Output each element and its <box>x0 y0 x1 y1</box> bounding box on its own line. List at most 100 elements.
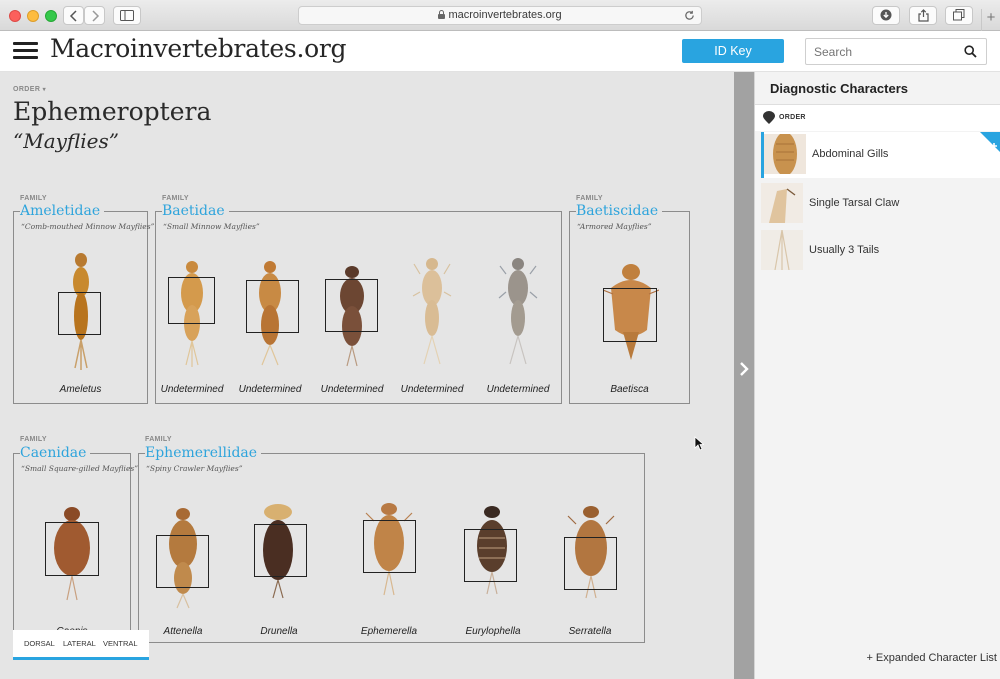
mouse-cursor-icon <box>694 436 704 451</box>
share-icon <box>917 9 929 22</box>
family-name[interactable]: Caenidae <box>20 445 91 461</box>
character-highlight-box <box>603 288 657 342</box>
genus-name[interactable]: Undetermined <box>234 384 306 395</box>
tab-ventral[interactable]: VENTRAL <box>103 639 138 648</box>
family-name[interactable]: Baetiscidae <box>576 203 663 219</box>
character-item-single-tarsal-claw[interactable]: Single Tarsal Claw <box>761 181 1000 227</box>
search-icon[interactable] <box>964 45 977 58</box>
character-highlight-box <box>168 277 215 324</box>
order-dropdown[interactable]: ORDER ▾ <box>13 86 46 93</box>
tabs-icon <box>953 9 965 21</box>
plus-icon <box>980 132 1000 152</box>
family-card-baetidae: Baetidae “Small Minnow Mayflies” Undeter… <box>155 203 562 404</box>
forward-button[interactable] <box>84 6 105 25</box>
plus-icon: + <box>986 9 996 26</box>
character-highlight-box <box>325 279 378 332</box>
new-tab-button[interactable]: + <box>981 9 1000 31</box>
order-title: Ephemeroptera <box>13 97 212 126</box>
family-card-ephemerellidae: Ephemerellidae “Spiny Crawler Mayflies” … <box>138 445 645 643</box>
order-marker-icon <box>763 111 775 124</box>
genus-name[interactable]: Eurylophella <box>457 626 529 637</box>
character-highlight-box <box>254 524 307 577</box>
genus-name[interactable]: Ameletus <box>14 384 147 395</box>
character-highlight-box <box>363 520 416 573</box>
panel-level-row: ORDER <box>755 105 1000 131</box>
family-common-name: “Small Square-gilled Mayflies” <box>21 464 139 473</box>
family-name[interactable]: Baetidae <box>162 203 229 219</box>
url-text: macroinvertebrates.org <box>448 9 562 21</box>
expanded-character-list-link[interactable]: + Expanded Character List <box>866 652 997 664</box>
search-box[interactable] <box>805 38 987 65</box>
order-label: ORDER <box>13 86 41 93</box>
address-bar[interactable]: macroinvertebrates.org <box>298 6 702 25</box>
family-label: FAMILY <box>20 195 47 202</box>
character-highlight-box <box>58 292 101 335</box>
genus-name[interactable]: Undetermined <box>156 384 228 395</box>
genus-name[interactable]: Undetermined <box>482 384 554 395</box>
genus-name[interactable]: Baetisca <box>570 384 689 395</box>
character-item-abdominal-gills[interactable]: Abdominal Gills <box>761 132 1000 178</box>
family-name[interactable]: Ameletidae <box>20 203 105 219</box>
character-thumbnail <box>761 183 803 223</box>
diagnostic-characters-panel: Diagnostic Characters ORDER Abdominal Gi… <box>754 72 1000 679</box>
browser-chrome: macroinvertebrates.org + <box>0 0 1000 31</box>
site-title[interactable]: Macroinvertebrates.org <box>50 34 347 63</box>
main-content: ORDER ▾ Ephemeroptera “Mayflies” FAMILY … <box>0 72 734 679</box>
sidebar-toggle-button[interactable] <box>113 6 141 25</box>
chevron-right-icon <box>91 10 99 22</box>
chevron-left-icon <box>69 10 77 22</box>
lock-icon <box>438 10 446 19</box>
close-window-button[interactable] <box>9 10 21 22</box>
hamburger-menu-icon[interactable] <box>13 41 38 61</box>
family-label: FAMILY <box>576 195 603 202</box>
minimize-window-button[interactable] <box>27 10 39 22</box>
family-label: FAMILY <box>145 436 172 443</box>
genus-name[interactable]: Ephemerella <box>353 626 425 637</box>
family-card-baetiscidae: Baetiscidae “Armored Mayflies” Baetisca <box>569 203 690 404</box>
sidebar-icon <box>120 10 134 21</box>
genus-name[interactable]: Undetermined <box>316 384 388 395</box>
character-label: Single Tarsal Claw <box>809 197 900 209</box>
back-button[interactable] <box>63 6 84 25</box>
character-label: Usually 3 Tails <box>809 244 880 256</box>
order-common-name: “Mayflies” <box>13 129 119 153</box>
id-key-button[interactable]: ID Key <box>682 39 784 63</box>
character-highlight-box <box>564 537 617 590</box>
family-label: FAMILY <box>20 436 47 443</box>
genus-name[interactable]: Serratella <box>554 626 626 637</box>
genus-name[interactable]: Drunella <box>243 626 315 637</box>
genus-name[interactable]: Attenella <box>147 626 219 637</box>
character-highlight-box <box>246 280 299 333</box>
family-common-name: “Small Minnow Mayflies” <box>163 222 260 231</box>
specimen-image[interactable] <box>498 252 538 372</box>
specimen-image[interactable] <box>412 252 452 372</box>
character-item-usually-3-tails[interactable]: Usually 3 Tails <box>761 228 1000 274</box>
panel-level-label: ORDER <box>779 114 806 121</box>
share-button[interactable] <box>909 6 937 25</box>
chevron-right-icon <box>740 362 749 376</box>
family-label: FAMILY <box>162 195 189 202</box>
tabs-overview-button[interactable] <box>945 6 973 25</box>
family-name[interactable]: Ephemerellidae <box>145 445 262 461</box>
character-highlight-box <box>464 529 517 582</box>
downloads-button[interactable] <box>872 6 900 25</box>
character-label: Abdominal Gills <box>812 148 889 160</box>
character-thumbnail <box>761 230 803 270</box>
panel-collapse-handle[interactable] <box>734 72 754 679</box>
family-common-name: “Armored Mayflies” <box>577 222 652 231</box>
add-character-button[interactable] <box>980 132 1000 154</box>
zoom-window-button[interactable] <box>45 10 57 22</box>
search-input[interactable] <box>814 43 954 60</box>
character-highlight-box <box>156 535 209 588</box>
character-highlight-box <box>45 522 99 576</box>
download-icon <box>880 9 892 21</box>
genus-name[interactable]: Undetermined <box>396 384 468 395</box>
tab-dorsal[interactable]: DORSAL <box>24 639 55 648</box>
site-header: Macroinvertebrates.org ID Key <box>0 31 1000 72</box>
character-thumbnail <box>764 134 806 174</box>
view-tabs: DORSAL LATERAL VENTRAL <box>13 630 149 660</box>
reload-icon[interactable] <box>684 10 695 21</box>
family-card-ameletidae: Ameletidae “Comb-mouthed Minnow Mayflies… <box>13 203 154 404</box>
tab-lateral[interactable]: LATERAL <box>63 639 96 648</box>
panel-header: Diagnostic Characters <box>755 72 1000 105</box>
